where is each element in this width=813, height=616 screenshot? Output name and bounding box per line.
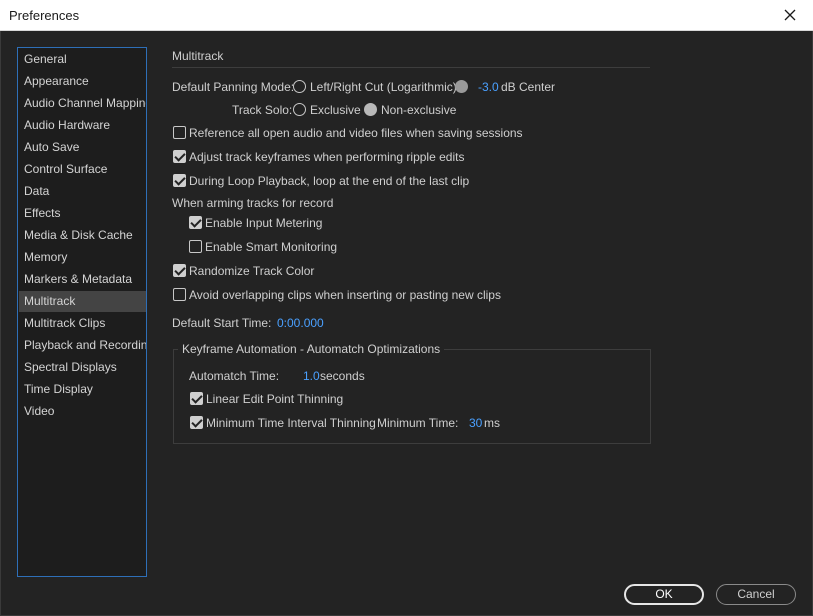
section-divider [172, 67, 650, 68]
automatch-time-unit: seconds [320, 369, 365, 383]
input-metering-label: Enable Input Metering [205, 216, 323, 230]
sidebar-item-memory[interactable]: Memory [19, 247, 146, 268]
panning-db-center-radio[interactable] [455, 80, 468, 93]
default-start-time-label: Default Start Time: [172, 316, 272, 330]
avoid-overlapping-label: Avoid overlapping clips when inserting o… [189, 288, 501, 302]
sidebar-item-playback-recording[interactable]: Playback and Recording [19, 335, 146, 356]
automatch-time-label: Automatch Time: [189, 369, 280, 383]
adjust-keyframes-label: Adjust track keyframes when performing r… [189, 150, 465, 164]
close-icon [784, 9, 796, 21]
close-button[interactable] [771, 1, 809, 30]
sidebar-item-media-disk-cache[interactable]: Media & Disk Cache [19, 225, 146, 246]
sidebar-item-appearance[interactable]: Appearance [19, 71, 146, 92]
randomize-color-checkbox[interactable] [173, 264, 186, 277]
sidebar-item-spectral-displays[interactable]: Spectral Displays [19, 357, 146, 378]
loop-playback-checkbox[interactable] [173, 174, 186, 187]
panning-db-suffix: dB Center [501, 80, 556, 94]
sidebar-item-audio-channel-mapping[interactable]: Audio Channel Mapping [19, 93, 146, 114]
arming-tracks-header: When arming tracks for record [172, 196, 334, 210]
randomize-color-label: Randomize Track Color [189, 264, 315, 278]
sidebar-item-control-surface[interactable]: Control Surface [19, 159, 146, 180]
preferences-sidebar: General Appearance Audio Channel Mapping… [17, 47, 147, 577]
linear-thinning-checkbox[interactable] [190, 392, 203, 405]
min-interval-thinning-label: Minimum Time Interval Thinning [206, 416, 376, 430]
sidebar-item-time-display[interactable]: Time Display [19, 379, 146, 400]
keyframe-automation-title: Keyframe Automation - Automatch Optimiza… [178, 342, 445, 356]
cancel-button[interactable]: Cancel [716, 584, 796, 605]
adjust-keyframes-checkbox[interactable] [173, 150, 186, 163]
min-interval-thinning-checkbox[interactable] [190, 416, 203, 429]
min-time-unit: ms [484, 416, 500, 430]
track-solo-label: Track Solo: [232, 103, 293, 117]
loop-playback-label: During Loop Playback, loop at the end of… [189, 174, 470, 188]
reference-all-label: Reference all open audio and video files… [189, 126, 523, 140]
smart-monitoring-label: Enable Smart Monitoring [205, 240, 338, 254]
track-solo-exclusive-radio[interactable] [293, 103, 306, 116]
sidebar-item-multitrack-clips[interactable]: Multitrack Clips [19, 313, 146, 334]
input-metering-checkbox[interactable] [189, 216, 202, 229]
section-title: Multitrack [172, 49, 224, 63]
panning-mode-label: Default Panning Mode: [172, 80, 295, 94]
sidebar-item-general[interactable]: General [19, 49, 146, 70]
linear-thinning-label: Linear Edit Point Thinning [206, 392, 344, 406]
ok-button[interactable]: OK [624, 584, 704, 605]
sidebar-item-multitrack[interactable]: Multitrack [19, 291, 146, 312]
avoid-overlapping-checkbox[interactable] [173, 288, 186, 301]
sidebar-item-effects[interactable]: Effects [19, 203, 146, 224]
smart-monitoring-checkbox[interactable] [189, 240, 202, 253]
panning-left-right-radio[interactable] [293, 80, 306, 93]
reference-all-checkbox[interactable] [173, 126, 186, 139]
sidebar-item-markers-metadata[interactable]: Markers & Metadata [19, 269, 146, 290]
panning-left-right-label: Left/Right Cut (Logarithmic) [310, 80, 457, 94]
min-time-value[interactable]: 30 [469, 416, 482, 430]
min-time-label: Minimum Time: [377, 416, 459, 430]
title-bar: Preferences [0, 0, 813, 31]
automatch-time-value[interactable]: 1.0 [303, 369, 320, 383]
window-title: Preferences [9, 8, 80, 23]
default-start-time-value[interactable]: 0:00.000 [277, 316, 324, 330]
track-solo-exclusive-label: Exclusive [310, 103, 361, 117]
sidebar-item-video[interactable]: Video [19, 401, 146, 422]
track-solo-non-exclusive-radio[interactable] [364, 103, 377, 116]
sidebar-item-auto-save[interactable]: Auto Save [19, 137, 146, 158]
panning-db-value[interactable]: -3.0 [478, 80, 499, 94]
sidebar-item-data[interactable]: Data [19, 181, 146, 202]
track-solo-non-exclusive-label: Non-exclusive [381, 103, 457, 117]
sidebar-item-audio-hardware[interactable]: Audio Hardware [19, 115, 146, 136]
